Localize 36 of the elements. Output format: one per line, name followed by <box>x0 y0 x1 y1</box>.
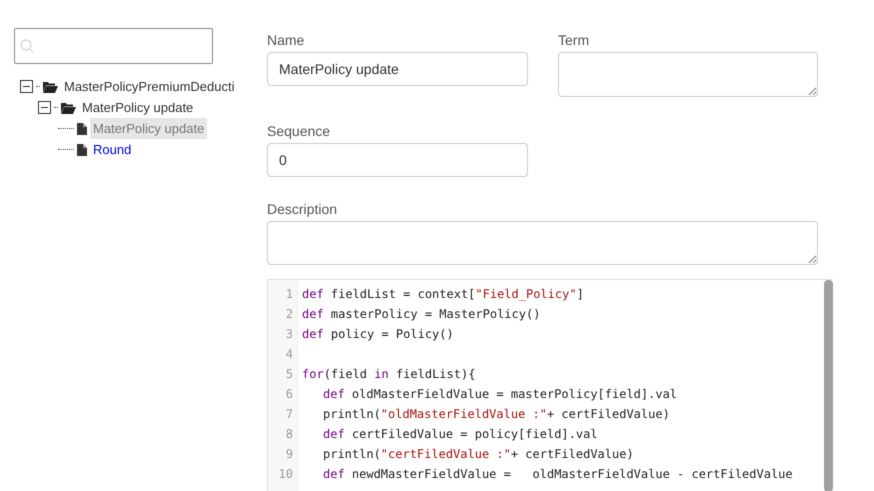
field-label: Description <box>267 200 338 219</box>
line-number: 2 <box>284 306 294 323</box>
tree-item[interactable]: MaterPolicy update <box>90 118 208 140</box>
line-number: 1 <box>284 286 294 303</box>
search-field[interactable] <box>14 28 213 64</box>
sequence-field[interactable]: 0 <box>267 143 528 177</box>
code-line: for(field in fieldList){ <box>302 366 476 383</box>
line-number: 8 <box>284 426 294 443</box>
tree-item[interactable]: Round <box>90 138 134 160</box>
tree-item[interactable]: MaterPolicy update <box>79 96 196 118</box>
line-number: 6 <box>284 386 294 403</box>
field-label: Name <box>267 31 306 50</box>
code-line: def fieldList = context["Field_Policy"] <box>302 286 584 303</box>
search-icon <box>19 38 35 54</box>
folder-icon <box>61 102 76 114</box>
collapse-toggle[interactable] <box>20 80 33 93</box>
code-line: def masterPolicy = MasterPolicy() <box>302 306 540 323</box>
field-label: Sequence <box>267 122 330 141</box>
scrollbar[interactable] <box>824 280 833 491</box>
line-number: 4 <box>284 346 294 363</box>
folder-icon <box>43 80 58 92</box>
name-field[interactable]: MaterPolicy update <box>267 52 528 86</box>
tree-item[interactable]: MasterPolicyPremiumDeducti <box>61 76 238 98</box>
file-icon <box>77 144 87 156</box>
line-number: 9 <box>284 446 294 463</box>
term-field[interactable] <box>558 52 818 97</box>
description-field[interactable] <box>267 221 818 265</box>
code-line: def policy = Policy() <box>302 326 454 343</box>
line-number: 10 <box>278 466 294 483</box>
line-number: 5 <box>284 366 294 383</box>
file-icon <box>77 122 87 134</box>
line-number: 3 <box>284 326 294 343</box>
field-label: Term <box>558 31 590 50</box>
code-editor[interactable] <box>267 279 833 491</box>
line-number: 7 <box>284 406 294 423</box>
collapse-toggle[interactable] <box>38 101 51 114</box>
